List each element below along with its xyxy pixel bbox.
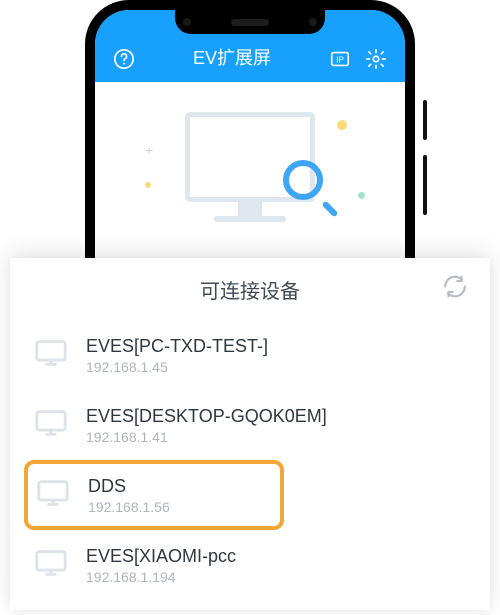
- device-ip: 192.168.1.45: [86, 359, 466, 375]
- device-row[interactable]: DDS 192.168.1.56: [24, 460, 284, 530]
- svg-text:IP: IP: [336, 56, 344, 65]
- device-sheet: 可连接设备 EVES[PC-TXD-TEST-] 192.168.1.45: [10, 258, 490, 610]
- phone-side-button: [423, 100, 427, 140]
- monitor-icon: [34, 408, 68, 443]
- sheet-title: 可连接设备: [200, 275, 300, 304]
- phone-side-button: [423, 155, 427, 215]
- device-ip: 192.168.1.41: [86, 429, 466, 445]
- device-row[interactable]: EVES[PC-TXD-TEST-] 192.168.1.45: [10, 320, 490, 390]
- illustration: +: [95, 82, 405, 252]
- device-row[interactable]: EVES[DESKTOP-GQOK0EM] 192.168.1.41: [10, 390, 490, 460]
- magnifier-icon: [283, 160, 337, 214]
- device-name: DDS: [88, 475, 272, 498]
- refresh-icon[interactable]: [442, 274, 468, 305]
- ip-icon[interactable]: IP: [329, 48, 351, 70]
- monitor-icon: [36, 478, 70, 513]
- monitor-icon: [185, 112, 315, 222]
- phone-notch: [175, 10, 325, 34]
- gear-icon[interactable]: [365, 48, 387, 70]
- device-ip: 192.168.1.56: [88, 499, 272, 515]
- monitor-icon: [34, 548, 68, 583]
- device-row[interactable]: EVES[XIAOMI-pcc 192.168.1.194: [10, 530, 490, 600]
- device-name: EVES[PC-TXD-TEST-]: [86, 335, 466, 358]
- page-title: EV扩展屏: [193, 44, 271, 70]
- help-icon[interactable]: [113, 48, 135, 70]
- monitor-icon: [34, 338, 68, 373]
- device-name: EVES[XIAOMI-pcc: [86, 545, 466, 568]
- device-name: EVES[DESKTOP-GQOK0EM]: [86, 405, 466, 428]
- device-ip: 192.168.1.194: [86, 569, 466, 585]
- phone-frame: EV扩展屏 IP: [85, 0, 415, 260]
